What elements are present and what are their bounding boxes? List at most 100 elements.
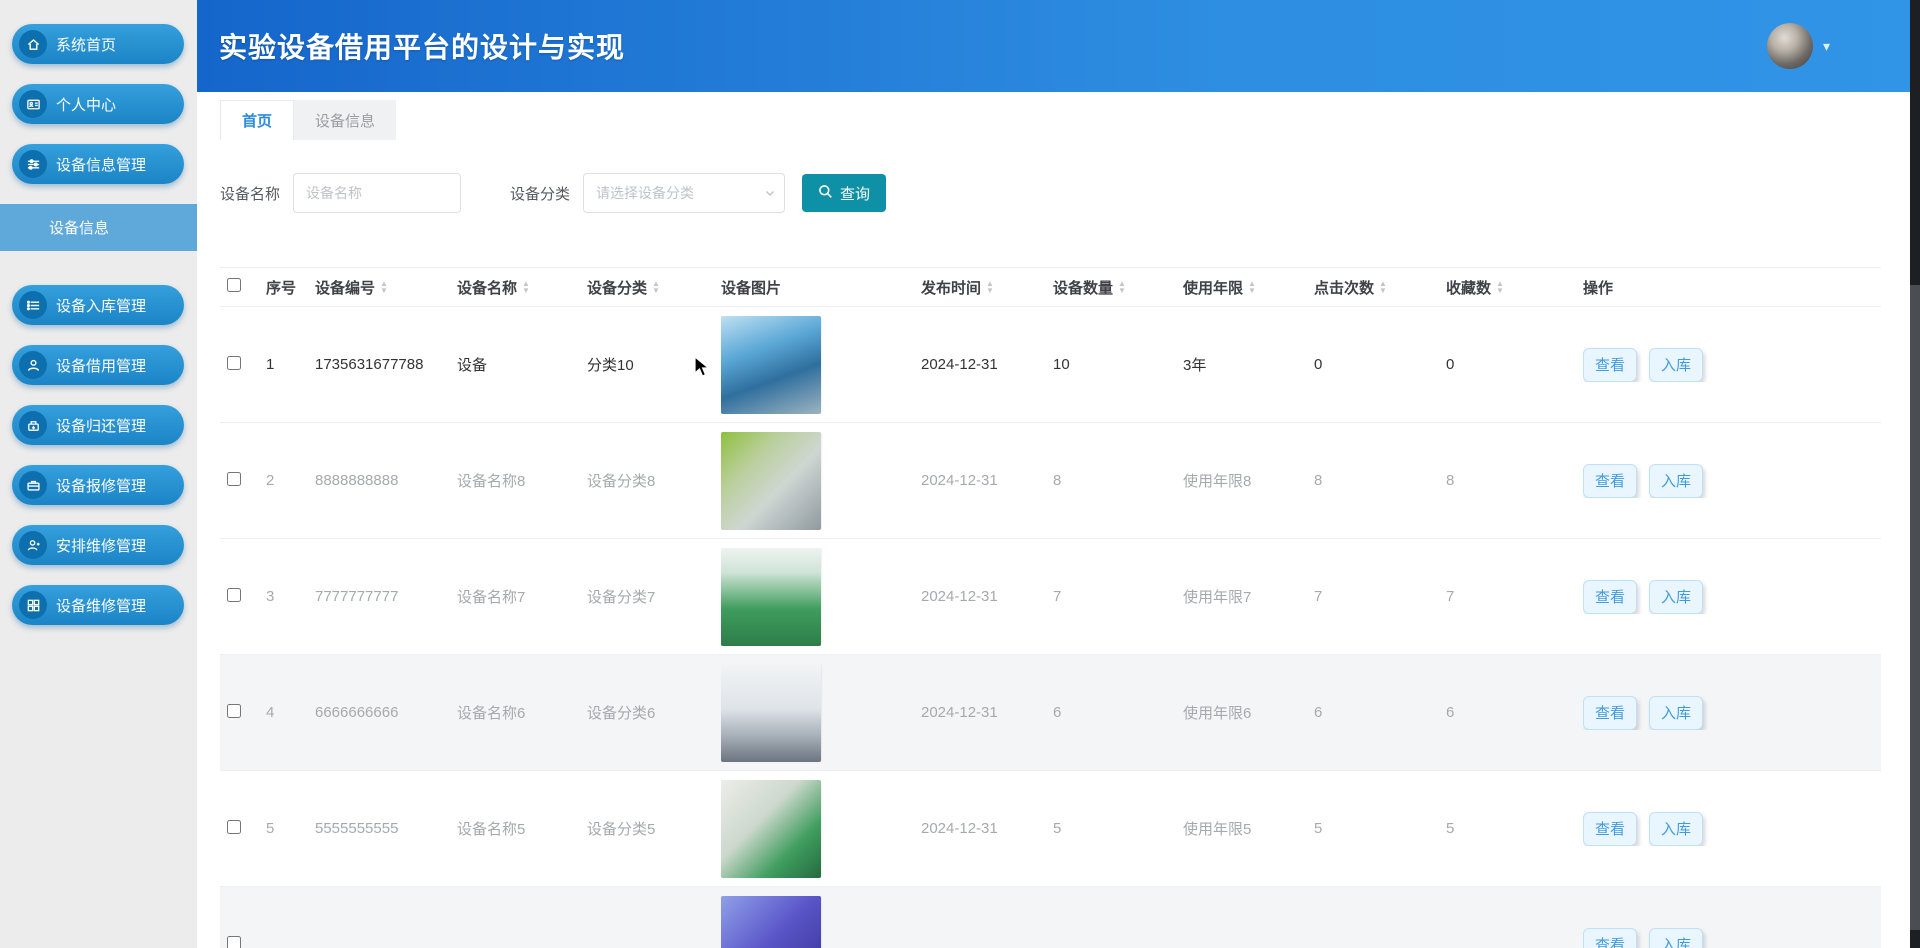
cell-code: 6666666666: [315, 704, 457, 721]
sidebar-item-device-borrow-mgmt[interactable]: 设备借用管理: [12, 345, 184, 385]
cell-date: 2024-12-31: [921, 588, 1053, 605]
cell-date: 2024-12-31: [921, 820, 1053, 837]
table-header-row: 序号 设备编号▲▼ 设备名称▲▼ 设备分类▲▼ 设备图片 发布时间▲▼ 设备数量…: [220, 267, 1881, 307]
magnifier-icon: [818, 184, 833, 203]
stock-button[interactable]: 入库: [1649, 928, 1703, 948]
cell-clicks: 6: [1314, 704, 1446, 721]
user-avatar[interactable]: [1767, 23, 1813, 69]
cell-name: 设备: [457, 354, 587, 375]
equipment-image: [721, 896, 821, 948]
cell-years: 使用年限5: [1183, 818, 1314, 839]
sidebar-subitem-device-info-active[interactable]: 设备信息: [0, 204, 197, 251]
view-button[interactable]: 查看: [1583, 348, 1637, 382]
stock-button[interactable]: 入库: [1649, 348, 1703, 382]
sidebar-item-label: 系统首页: [56, 34, 116, 55]
sort-carets-icon[interactable]: ▲▼: [986, 280, 994, 294]
search-toolbar: 设备名称 设备分类 查询: [220, 173, 1910, 213]
row-checkbox[interactable]: [227, 356, 241, 370]
user-plus-icon: [19, 531, 47, 559]
column-header-favs: 收藏数▲▼: [1446, 277, 1583, 298]
row-checkbox[interactable]: [227, 704, 241, 718]
sort-carets-icon[interactable]: ▲▼: [522, 280, 530, 294]
stock-button[interactable]: 入库: [1649, 812, 1703, 846]
table-row: 1 1735631677788 设备 分类10 2024-12-31 10 3年…: [220, 307, 1881, 423]
scrollbar-corner: [1910, 930, 1920, 948]
sidebar-item-arrange-maintenance-mgmt[interactable]: 安排维修管理: [12, 525, 184, 565]
sidebar-item-label: 设备维修管理: [56, 595, 146, 616]
stock-button[interactable]: 入库: [1649, 696, 1703, 730]
cell-qty: 6: [1053, 704, 1183, 721]
row-checkbox[interactable]: [227, 936, 241, 948]
column-header-actions: 操作: [1583, 277, 1881, 298]
sort-carets-icon[interactable]: ▲▼: [1248, 280, 1256, 294]
sidebar-item-device-maintenance-mgmt[interactable]: 设备维修管理: [12, 585, 184, 625]
scrollbar-track[interactable]: [1910, 0, 1920, 948]
list-icon: [19, 291, 47, 319]
sidebar-item-system-home[interactable]: 系统首页: [12, 24, 184, 64]
equipment-image: [721, 780, 821, 878]
top-header: 实验设备借用平台的设计与实现 ▾: [197, 0, 1910, 92]
sort-carets-icon[interactable]: ▲▼: [1496, 280, 1504, 294]
cell-category: 设备分类6: [587, 702, 721, 723]
cell-qty: 8: [1053, 472, 1183, 489]
sidebar-item-label: 设备借用管理: [56, 355, 146, 376]
cell-code: 1735631677788: [315, 356, 457, 373]
view-button[interactable]: 查看: [1583, 812, 1637, 846]
sidebar: 系统首页 个人中心 设备信息管理 设备信息 设备入库管理: [0, 0, 197, 948]
table-row: 2 8888888888 设备名称8 设备分类8 2024-12-31 8 使用…: [220, 423, 1881, 539]
cell-clicks: 8: [1314, 472, 1446, 489]
sort-carets-icon[interactable]: ▲▼: [1118, 280, 1126, 294]
sidebar-item-device-info-mgmt[interactable]: 设备信息管理: [12, 144, 184, 184]
sort-carets-icon[interactable]: ▲▼: [380, 280, 388, 294]
row-checkbox[interactable]: [227, 820, 241, 834]
tab-device-info[interactable]: 设备信息: [294, 100, 396, 140]
table-row: 5 5555555555 设备名称5 设备分类5 2024-12-31 5 使用…: [220, 771, 1881, 887]
cell-index: 1: [266, 356, 315, 373]
device-category-select-input[interactable]: [583, 173, 785, 213]
cell-clicks: 5: [1314, 820, 1446, 837]
cell-category: 设备分类7: [587, 586, 721, 607]
query-button[interactable]: 查询: [802, 174, 886, 212]
scrollbar-thumb[interactable]: [1910, 0, 1920, 285]
sort-carets-icon[interactable]: ▲▼: [1379, 280, 1387, 294]
tab-home[interactable]: 首页: [220, 100, 294, 140]
view-button[interactable]: 查看: [1583, 696, 1637, 730]
sidebar-item-personal-center[interactable]: 个人中心: [12, 84, 184, 124]
view-button[interactable]: 查看: [1583, 580, 1637, 614]
table-row: 4 6666666666 设备名称6 设备分类6 2024-12-31 6 使用…: [220, 655, 1881, 771]
sidebar-item-device-inbound-mgmt[interactable]: 设备入库管理: [12, 285, 184, 325]
cell-index: 2: [266, 472, 315, 489]
equipment-image: [721, 664, 821, 762]
query-button-label: 查询: [840, 183, 870, 204]
view-button[interactable]: 查看: [1583, 928, 1637, 948]
column-header-index: 序号: [266, 277, 315, 298]
briefcase-icon: [19, 471, 47, 499]
row-checkbox[interactable]: [227, 588, 241, 602]
row-checkbox[interactable]: [227, 472, 241, 486]
cell-clicks: 7: [1314, 588, 1446, 605]
equipment-image: [721, 548, 821, 646]
column-header-date: 发布时间▲▼: [921, 277, 1053, 298]
cell-code: 8888888888: [315, 472, 457, 489]
stock-button[interactable]: 入库: [1649, 464, 1703, 498]
device-name-input[interactable]: [293, 173, 461, 213]
sidebar-item-device-repair-mgmt[interactable]: 设备报修管理: [12, 465, 184, 505]
sidebar-item-device-return-mgmt[interactable]: 设备归还管理: [12, 405, 184, 445]
cell-date: 2024-12-31: [921, 356, 1053, 373]
return-box-icon: [19, 411, 47, 439]
cell-years: 使用年限6: [1183, 702, 1314, 723]
stock-button[interactable]: 入库: [1649, 580, 1703, 614]
cell-date: 2024-12-31: [921, 704, 1053, 721]
column-header-qty: 设备数量▲▼: [1053, 277, 1183, 298]
cell-years: 3年: [1183, 354, 1314, 375]
caret-down-icon[interactable]: ▾: [1823, 38, 1830, 55]
view-button[interactable]: 查看: [1583, 464, 1637, 498]
column-header-code: 设备编号▲▼: [315, 277, 457, 298]
user-icon: [19, 351, 47, 379]
select-all-checkbox[interactable]: [227, 278, 241, 292]
sort-carets-icon[interactable]: ▲▼: [652, 280, 660, 294]
column-header-category: 设备分类▲▼: [587, 277, 721, 298]
device-category-select[interactable]: [583, 173, 785, 213]
sidebar-item-label: 安排维修管理: [56, 535, 146, 556]
cell-index: 5: [266, 820, 315, 837]
